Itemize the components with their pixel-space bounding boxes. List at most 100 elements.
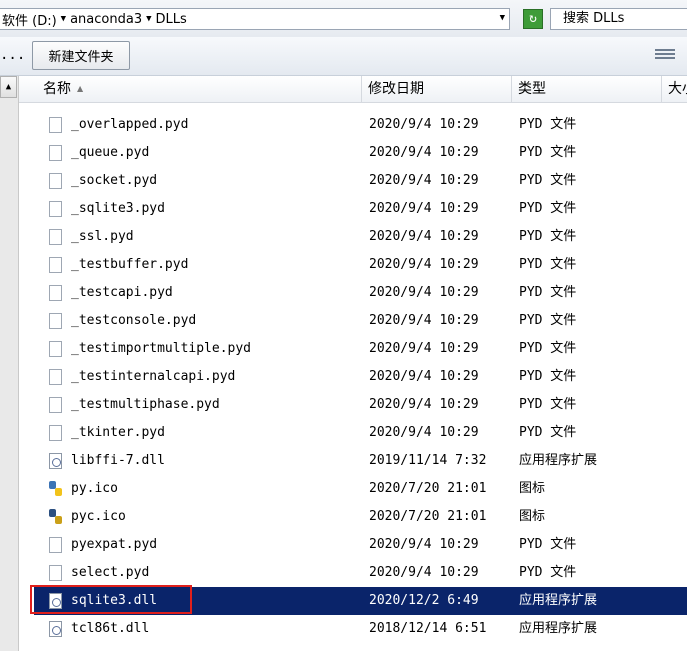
- toolbar-overflow[interactable]: ...: [0, 47, 25, 63]
- file-icon: [49, 341, 62, 357]
- file-date: 2020/9/4 10:29: [369, 145, 479, 160]
- file-name: _testinternalcapi.pyd: [71, 369, 236, 384]
- dll-icon: [49, 621, 62, 637]
- file-name: _testbuffer.pyd: [71, 257, 189, 272]
- chevron-right-icon[interactable]: ▼: [60, 14, 67, 24]
- file-type: PYD 文件: [519, 425, 577, 440]
- file-row[interactable]: _testimportmultiple.pyd 2020/9/4 10:29 PYD…: [19, 335, 687, 363]
- python-icon: [49, 481, 62, 497]
- column-date[interactable]: 修改日期: [362, 76, 512, 102]
- file-row[interactable]: _testcapi.pyd 2020/9/4 10:29 PYD 文件: [19, 279, 687, 307]
- file-type: PYD 文件: [519, 145, 577, 160]
- file-type: 应用程序扩展: [519, 593, 598, 608]
- file-date: 2020/9/4 10:29: [369, 201, 479, 216]
- file-row[interactable]: _sqlite3.pyd 2020/9/4 10:29 PYD 文件: [19, 195, 687, 223]
- file-row[interactable]: _testbuffer.pyd 2020/9/4 10:29 PYD 文件: [19, 251, 687, 279]
- new-folder-button[interactable]: 新建文件夹: [32, 41, 130, 70]
- file-row[interactable]: _ssl.pyd 2020/9/4 10:29 PYD 文件: [19, 223, 687, 251]
- file-date: 2020/9/4 10:29: [369, 397, 479, 412]
- file-name: select.pyd: [71, 565, 150, 580]
- file-icon: [49, 537, 62, 553]
- breadcrumb-anaconda3[interactable]: anaconda3: [67, 12, 145, 27]
- file-date: 2020/9/4 10:29: [369, 425, 479, 440]
- file-type: PYD 文件: [519, 397, 577, 412]
- sort-ascending-icon: ▲: [77, 84, 84, 93]
- scrollbar[interactable]: ▲: [0, 76, 19, 651]
- python-compiled-icon: [49, 509, 62, 525]
- refresh-icon[interactable]: ↻: [523, 9, 543, 29]
- file-date: 2020/9/4 10:29: [369, 565, 479, 580]
- file-type: PYD 文件: [519, 313, 577, 328]
- file-type: PYD 文件: [519, 369, 577, 384]
- file-icon: [49, 425, 62, 441]
- file-name: _socket.pyd: [71, 173, 158, 188]
- toolbar: ... 新建文件夹: [0, 37, 687, 76]
- file-date: 2020/7/20 21:01: [369, 509, 487, 524]
- file-name: _ssl.pyd: [71, 229, 134, 244]
- dll-icon: [49, 453, 62, 469]
- scroll-up-icon[interactable]: ▲: [0, 76, 17, 98]
- file-row[interactable]: pyc.ico 2020/7/20 21:01 图标: [19, 503, 687, 531]
- file-date: 2020/9/4 10:29: [369, 117, 479, 132]
- column-size[interactable]: 大小: [662, 76, 687, 102]
- file-row[interactable]: _socket.pyd 2020/9/4 10:29 PYD 文件: [19, 167, 687, 195]
- breadcrumb-dlls[interactable]: DLLs: [153, 12, 190, 27]
- file-type: 应用程序扩展: [519, 621, 598, 636]
- file-name: _sqlite3.pyd: [71, 201, 165, 216]
- file-name: py.ico: [71, 481, 118, 496]
- file-date: 2020/9/4 10:29: [369, 285, 479, 300]
- file-type: PYD 文件: [519, 257, 577, 272]
- file-name: pyexpat.pyd: [71, 537, 158, 552]
- file-type: PYD 文件: [519, 285, 577, 300]
- file-type: PYD 文件: [519, 201, 577, 216]
- file-type: PYD 文件: [519, 537, 577, 552]
- file-name: pyc.ico: [71, 509, 126, 524]
- file-icon: [49, 257, 62, 273]
- file-row[interactable]: py.ico 2020/7/20 21:01 图标: [19, 475, 687, 503]
- file-type: PYD 文件: [519, 173, 577, 188]
- file-list: _overlapped.pyd 2020/9/4 10:29 PYD 文件 _queu…: [19, 102, 687, 651]
- file-name: sqlite3.dll: [71, 593, 158, 608]
- file-date: 2020/7/20 21:01: [369, 481, 487, 496]
- file-name: _queue.pyd: [71, 145, 150, 160]
- file-type: 图标: [519, 509, 546, 524]
- file-row[interactable]: _tkinter.pyd 2020/9/4 10:29 PYD 文件: [19, 419, 687, 447]
- file-row[interactable]: pyexpat.pyd 2020/9/4 10:29 PYD 文件: [19, 531, 687, 559]
- file-row[interactable]: _testinternalcapi.pyd 2020/9/4 10:29 PYD 文…: [19, 363, 687, 391]
- file-icon: [49, 173, 62, 189]
- file-row[interactable]: _testconsole.pyd 2020/9/4 10:29 PYD 文件: [19, 307, 687, 335]
- file-row[interactable]: sqlite3.dll 2020/12/2 6:49 应用程序扩展: [34, 587, 687, 615]
- file-icon: [49, 229, 62, 245]
- column-header: 名称 ▲ 修改日期 类型 大小: [19, 76, 687, 103]
- file-date: 2020/9/4 10:29: [369, 229, 479, 244]
- file-row[interactable]: _testmultiphase.pyd 2020/9/4 10:29 PYD 文件: [19, 391, 687, 419]
- column-type[interactable]: 类型: [512, 76, 662, 102]
- file-name: libffi-7.dll: [71, 453, 165, 468]
- file-name: tcl86t.dll: [71, 621, 150, 636]
- file-type: PYD 文件: [519, 565, 577, 580]
- address-dropdown-icon[interactable]: ▼: [500, 13, 505, 23]
- file-row[interactable]: tcl86t.dll 2018/12/14 6:51 应用程序扩展: [19, 615, 687, 643]
- file-row[interactable]: select.pyd 2020/9/4 10:29 PYD 文件: [19, 559, 687, 587]
- breadcrumb[interactable]: 软件 (D:) ▼ anaconda3 ▼ DLLs ▼: [0, 8, 510, 30]
- file-row[interactable]: _queue.pyd 2020/9/4 10:29 PYD 文件: [19, 139, 687, 167]
- file-name: _testcapi.pyd: [71, 285, 173, 300]
- view-options-icon[interactable]: [655, 47, 675, 63]
- file-date: 2020/9/4 10:29: [369, 173, 479, 188]
- chevron-right-icon[interactable]: ▼: [145, 14, 152, 24]
- file-name: _testmultiphase.pyd: [71, 397, 220, 412]
- file-name: _testimportmultiple.pyd: [71, 341, 252, 356]
- file-icon: [49, 313, 62, 329]
- breadcrumb-drive[interactable]: 软件 (D:): [0, 10, 60, 29]
- search-input[interactable]: 搜索 DLLs: [550, 8, 687, 30]
- file-date: 2020/9/4 10:29: [369, 369, 479, 384]
- file-row[interactable]: _overlapped.pyd 2020/9/4 10:29 PYD 文件: [19, 111, 687, 139]
- file-name: _tkinter.pyd: [71, 425, 165, 440]
- file-date: 2020/9/4 10:29: [369, 257, 479, 272]
- column-name[interactable]: 名称 ▲: [19, 76, 362, 102]
- file-row[interactable]: libffi-7.dll 2019/11/14 7:32 应用程序扩展: [19, 447, 687, 475]
- file-icon: [49, 285, 62, 301]
- file-date: 2020/9/4 10:29: [369, 313, 479, 328]
- address-bar-area: 软件 (D:) ▼ anaconda3 ▼ DLLs ▼ ↻ 搜索 DLLs: [0, 0, 687, 37]
- file-name: _overlapped.pyd: [71, 117, 189, 132]
